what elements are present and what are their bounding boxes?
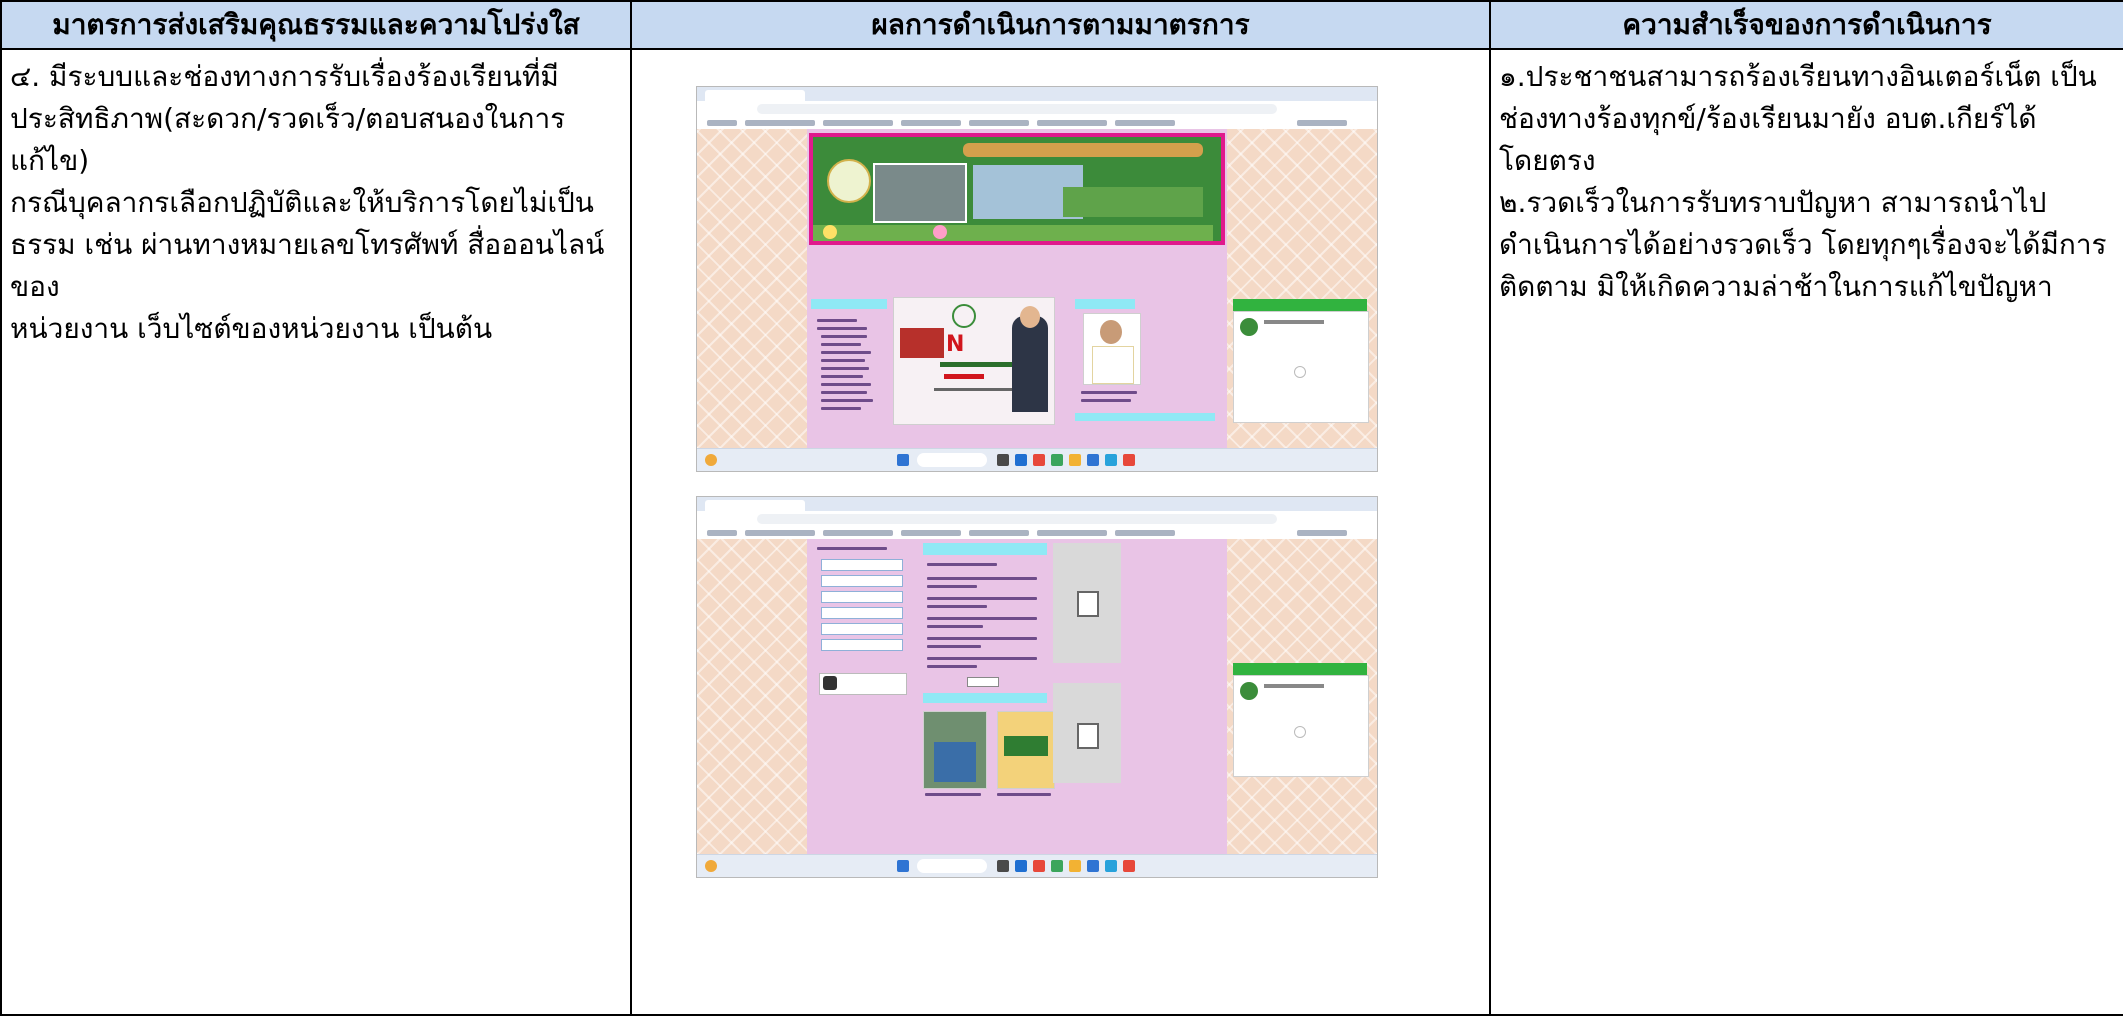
success-line: ดำเนินการได้อย่างรวดเร็ว โดยทุกๆเรื่องจะ… <box>1499 228 2107 261</box>
measures-line: ธรรม เช่น ผ่านทางหมายเลขโทรศัพท์ สื่อออน… <box>10 228 605 303</box>
success-line: ๑.ประชาชนสามารถร้องเรียนทางอินเตอร์เน็ต … <box>1499 60 2097 93</box>
success-line: ๒.รวดเร็วในการรับทราบปัญหา สามารถนำไป <box>1499 186 2047 219</box>
document-icon <box>1077 723 1099 749</box>
measures-line: ๔. มีระบบและช่องทางการรับเรื่องร้องเรียน… <box>10 60 559 93</box>
header-success: ความสำเร็จของการดำเนินการ <box>1489 0 2123 50</box>
facebook-widget-header <box>1233 299 1367 311</box>
placeholder-image-2 <box>1053 683 1121 783</box>
measures-line: กรณีบุคลากรเลือกปฏิบัติและให้บริการโดยไม… <box>10 186 594 219</box>
activity-photo-2 <box>997 711 1055 789</box>
success-text: ๑.ประชาชนสามารถร้องเรียนทางอินเตอร์เน็ต … <box>1491 50 2123 308</box>
activity-photo-1 <box>923 711 987 789</box>
website-homepage-screenshot: N <box>696 86 1378 472</box>
measures-line: ประสิทธิภาพ(สะดวก/รวดเร็ว/ตอบสนองในการแก… <box>10 102 566 177</box>
facebook-widget-header <box>1233 663 1367 675</box>
header-measures: มาตรการส่งเสริมคุณธรรมและความโปร่งใส <box>0 0 632 50</box>
measures-cell: ๔. มีระบบและช่องทางการรับเรื่องร้องเรียน… <box>0 48 632 1016</box>
measures-text: ๔. มีระบบและช่องทางการรับเรื่องร้องเรียน… <box>2 50 630 350</box>
windows-taskbar <box>697 854 1377 877</box>
success-line: ช่องทางร้องทุกข์/ร้องเรียนมายัง อบต.เกีย… <box>1499 102 2037 177</box>
browser-tab-strip <box>697 497 1377 511</box>
windows-taskbar <box>697 448 1377 471</box>
placeholder-image-1 <box>1053 543 1121 663</box>
more-news-button[interactable] <box>967 677 999 687</box>
website-complaint-page-screenshot <box>696 496 1378 878</box>
news-heading <box>923 543 1047 555</box>
officer-photo <box>1083 313 1141 385</box>
sidebar-heading <box>811 299 887 309</box>
links-sidebar <box>811 543 915 699</box>
facebook-widget <box>1233 675 1369 777</box>
success-cell: ๑.ประชาชนสามารถร้องเรียนทางอินเตอร์เน็ต … <box>1489 48 2123 1016</box>
no-gift-policy-poster: N <box>893 297 1055 425</box>
browser-address-bar <box>697 511 1377 527</box>
browser-tab-strip <box>697 87 1377 101</box>
measures-line: หน่วยงาน เว็บไซต์ของหน่วยงาน เป็นต้น <box>10 312 493 345</box>
header-results: ผลการดำเนินการตามมาตรการ <box>630 0 1491 50</box>
browser-address-bar <box>697 101 1377 117</box>
document-icon <box>1077 591 1099 617</box>
facebook-widget <box>1233 311 1369 423</box>
success-line: ติดตาม มิให้เกิดความล่าช้าในการแก้ไขปัญห… <box>1499 270 2053 303</box>
site-banner <box>809 133 1225 245</box>
activities-heading <box>923 693 1047 703</box>
profile-heading <box>1075 299 1135 309</box>
